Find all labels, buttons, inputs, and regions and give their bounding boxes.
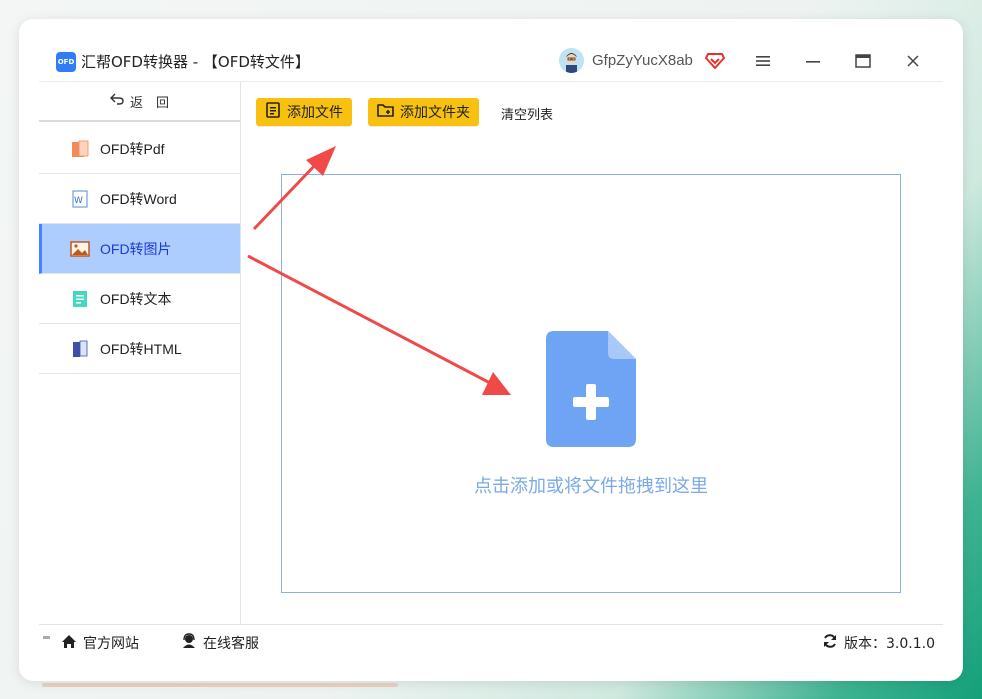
html-book-icon	[70, 339, 90, 359]
sidebar-item-ofd-to-pdf[interactable]: OFD转Pdf	[39, 124, 240, 174]
back-button[interactable]: 返 回	[39, 82, 240, 122]
minimize-icon[interactable]	[801, 49, 825, 73]
image-icon	[70, 239, 90, 259]
sidebar-item-label: OFD转HTML	[100, 340, 182, 357]
maximize-icon[interactable]	[851, 49, 875, 73]
sidebar-item-label: OFD转Word	[100, 190, 177, 207]
add-folder-button[interactable]: 添加文件夹	[368, 98, 479, 126]
close-icon[interactable]	[901, 49, 925, 73]
add-file-label: 添加文件	[287, 105, 343, 121]
online-support-link[interactable]: 在线客服	[181, 633, 259, 653]
sidebar-item-ofd-to-image[interactable]: OFD转图片	[39, 224, 240, 274]
title-bar: OFD 汇帮OFD转换器 - 【OFD转文件】 GfpZyYucX8ab	[19, 19, 963, 81]
sidebar-item-label: OFD转图片	[100, 240, 172, 257]
version-label: 版本：3.0.1.0	[844, 636, 935, 652]
version-info: 版本：3.0.1.0	[822, 633, 935, 653]
svg-text:W: W	[74, 196, 83, 206]
clear-list-button[interactable]: 清空列表	[501, 104, 553, 123]
menu-icon[interactable]	[751, 49, 775, 73]
online-support-label: 在线客服	[203, 636, 259, 652]
app-logo-icon: OFD	[56, 52, 76, 72]
sidebar-item-ofd-to-text[interactable]: OFD转文本	[39, 274, 240, 324]
bottom-bar: 官方网站 在线客服 版本：3.0.1.0	[39, 624, 943, 660]
add-folder-icon	[377, 102, 394, 122]
sidebar-item-ofd-to-html[interactable]: OFD转HTML	[39, 324, 240, 374]
home-icon	[61, 634, 77, 653]
text-file-icon	[70, 289, 90, 309]
refresh-icon	[822, 633, 838, 653]
headset-icon	[181, 633, 197, 653]
official-website-label: 官方网站	[83, 636, 139, 652]
add-file-button[interactable]: 添加文件	[256, 98, 352, 126]
add-folder-label: 添加文件夹	[400, 105, 470, 121]
user-avatar[interactable]	[559, 48, 584, 73]
back-arrow-icon	[109, 93, 124, 109]
official-website-link[interactable]: 官方网站	[61, 633, 139, 653]
username-label[interactable]: GfpZyYucX8ab	[592, 52, 693, 69]
pdf-file-icon	[70, 139, 90, 159]
add-file-icon	[546, 331, 638, 447]
sidebar-item-label: OFD转Pdf	[100, 140, 165, 157]
vip-diamond-icon[interactable]	[705, 52, 725, 70]
sidebar-item-label: OFD转文本	[100, 290, 172, 307]
sidebar-item-ofd-to-word[interactable]: W OFD转Word	[39, 174, 240, 224]
drop-zone-hint: 点击添加或将文件拖拽到这里	[474, 476, 708, 497]
sidebar: 返 回 OFD转Pdf W OFD转Word OFD转图片 OFD转文本 OFD…	[39, 82, 241, 639]
horizontal-scroll-indicator	[42, 683, 398, 687]
word-file-icon: W	[70, 189, 90, 209]
window-title: 汇帮OFD转换器 - 【OFD转文件】	[81, 53, 310, 71]
app-window: OFD 汇帮OFD转换器 - 【OFD转文件】 GfpZyYucX8ab 返 回…	[19, 19, 963, 681]
file-drop-zone[interactable]: 点击添加或将文件拖拽到这里	[281, 174, 901, 593]
file-list-icon	[265, 102, 281, 122]
back-label: 返 回	[129, 95, 169, 111]
